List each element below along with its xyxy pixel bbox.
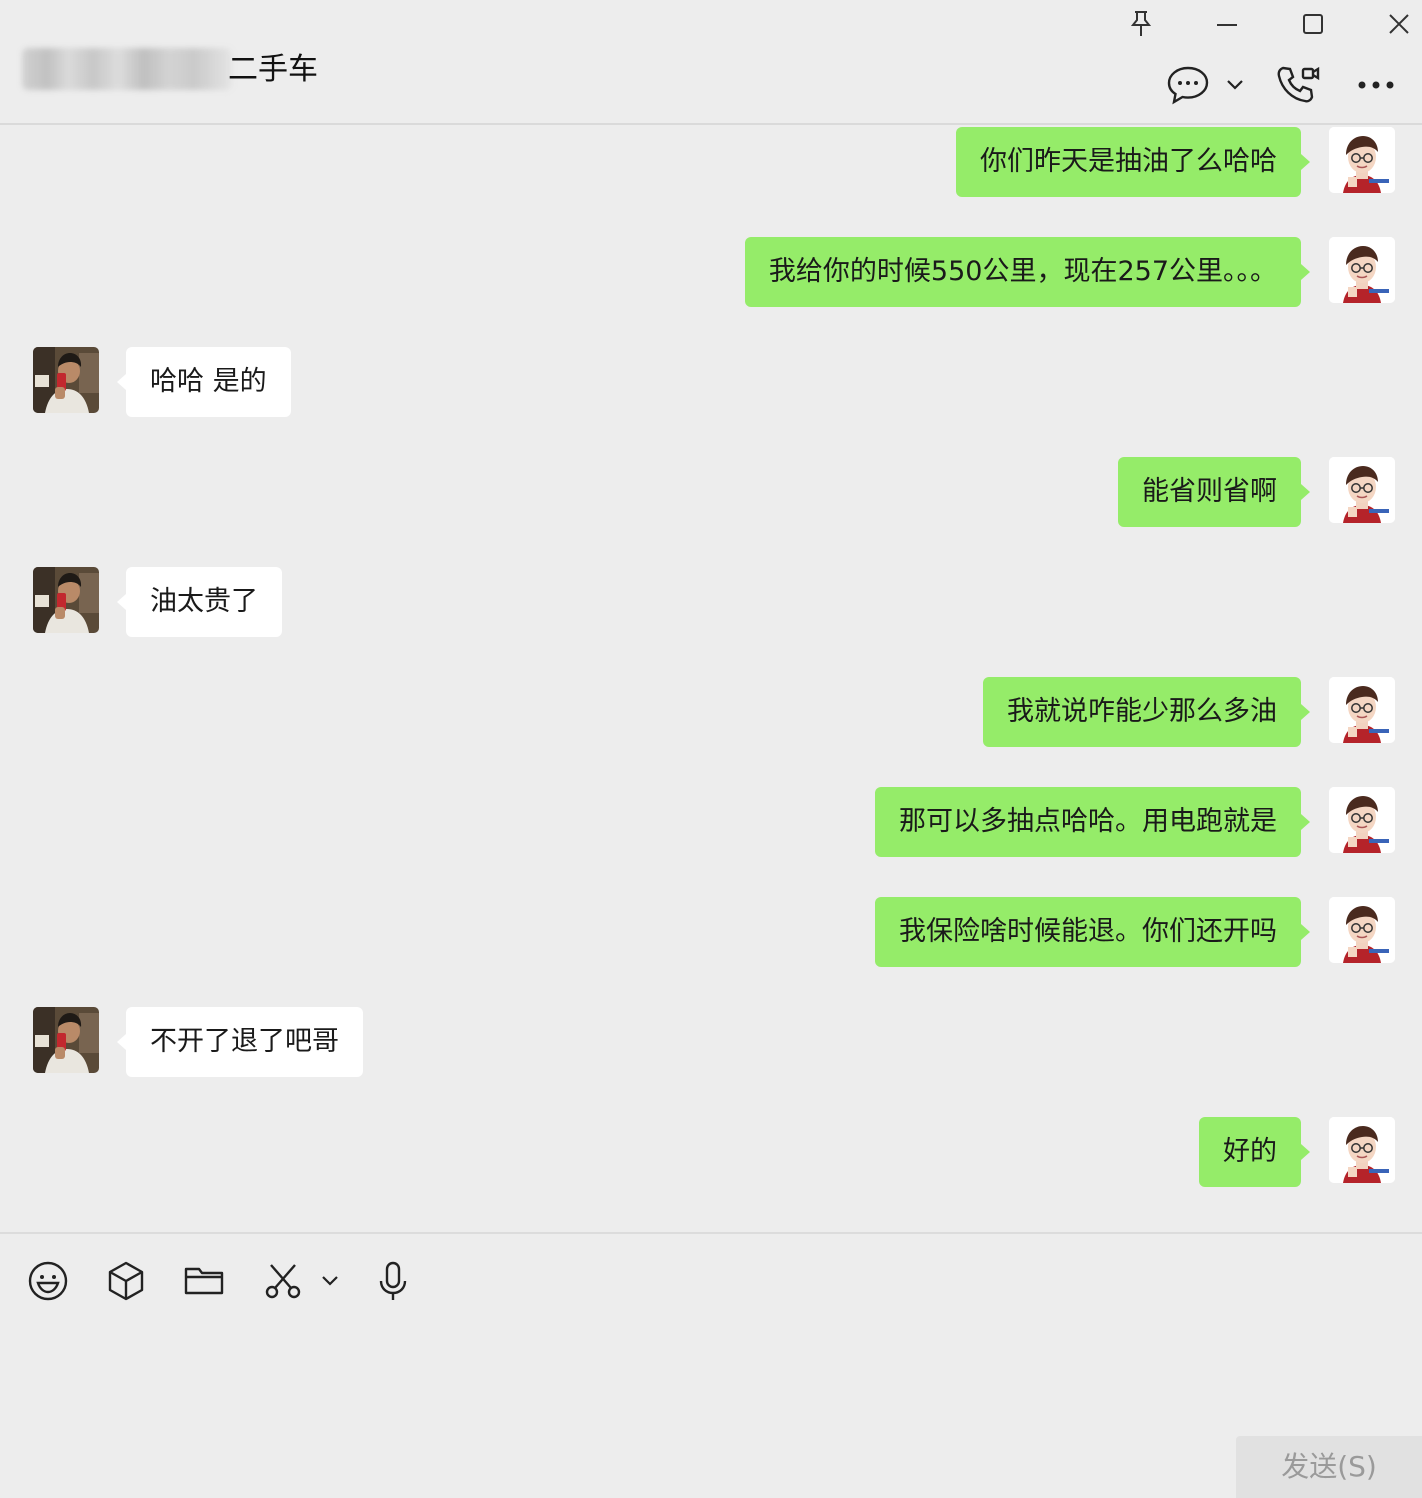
avatar-self[interactable] — [1329, 787, 1395, 853]
message-bubble-self[interactable]: 我给你的时候550公里，现在257公里。。。 — [744, 237, 1311, 307]
avatar-self[interactable] — [1329, 677, 1395, 743]
message-row: 能省则省啊 — [0, 457, 1422, 527]
message-bubble-contact[interactable]: 哈哈 是的 — [117, 347, 291, 417]
message-row: 不开了退了吧哥 — [0, 1007, 1422, 1077]
avatar-contact[interactable] — [33, 567, 99, 633]
chat-bubble-icon[interactable] — [1164, 62, 1212, 108]
sticker-box-icon[interactable] — [103, 1258, 149, 1304]
message-list[interactable]: 你们昨天是抽油了么哈哈 我给你的时候550公里，现在257公里。。。 哈哈 是的… — [0, 127, 1422, 1232]
avatar-contact[interactable] — [33, 347, 99, 413]
message-row: 你们昨天是抽油了么哈哈 — [0, 127, 1422, 197]
message-bubble-contact[interactable]: 不开了退了吧哥 — [117, 1007, 363, 1077]
message-bubble-contact[interactable]: 油太贵了 — [117, 567, 282, 637]
chevron-down-icon[interactable] — [1222, 62, 1248, 108]
scissors-icon[interactable] — [260, 1258, 306, 1304]
chevron-down-icon[interactable] — [312, 1258, 348, 1304]
emoji-icon[interactable] — [25, 1258, 71, 1304]
chat-title: 二手车 — [228, 52, 318, 87]
message-row: 哈哈 是的 — [0, 347, 1422, 417]
folder-icon[interactable] — [181, 1258, 227, 1304]
avatar-self[interactable] — [1329, 897, 1395, 963]
avatar-self[interactable] — [1329, 237, 1395, 303]
video-call-icon[interactable] — [1274, 62, 1322, 108]
pin-icon[interactable] — [1121, 6, 1161, 42]
maximize-icon[interactable] — [1293, 6, 1333, 42]
blurred-contact-name — [22, 48, 232, 90]
message-bubble-self[interactable]: 能省则省啊 — [1118, 457, 1310, 527]
microphone-icon[interactable] — [370, 1258, 416, 1304]
more-icon[interactable] — [1352, 62, 1400, 108]
avatar-self[interactable] — [1329, 127, 1395, 193]
message-row: 那可以多抽点哈哈。用电跑就是 — [0, 787, 1422, 857]
message-bubble-self[interactable]: 好的 — [1199, 1117, 1310, 1187]
message-bubble-self[interactable]: 我保险啥时候能退。你们还开吗 — [875, 897, 1310, 967]
message-bubble-self[interactable]: 你们昨天是抽油了么哈哈 — [956, 127, 1310, 197]
close-icon[interactable] — [1379, 6, 1419, 42]
composer-divider — [0, 1232, 1422, 1234]
message-input[interactable] — [20, 1320, 1400, 1420]
avatar-self[interactable] — [1329, 457, 1395, 523]
avatar-self[interactable] — [1329, 1117, 1395, 1183]
message-row: 好的 — [0, 1117, 1422, 1187]
send-button[interactable]: 发送(S) — [1236, 1436, 1422, 1498]
avatar-contact[interactable] — [33, 1007, 99, 1073]
message-bubble-self[interactable]: 那可以多抽点哈哈。用电跑就是 — [875, 787, 1310, 857]
message-row: 油太贵了 — [0, 567, 1422, 637]
message-row: 我给你的时候550公里，现在257公里。。。 — [0, 237, 1422, 307]
message-bubble-self[interactable]: 我就说咋能少那么多油 — [983, 677, 1310, 747]
message-row: 我就说咋能少那么多油 — [0, 677, 1422, 747]
chat-header: 二手车 — [0, 0, 1422, 125]
minimize-icon[interactable] — [1207, 6, 1247, 42]
message-row: 我保险啥时候能退。你们还开吗 — [0, 897, 1422, 967]
